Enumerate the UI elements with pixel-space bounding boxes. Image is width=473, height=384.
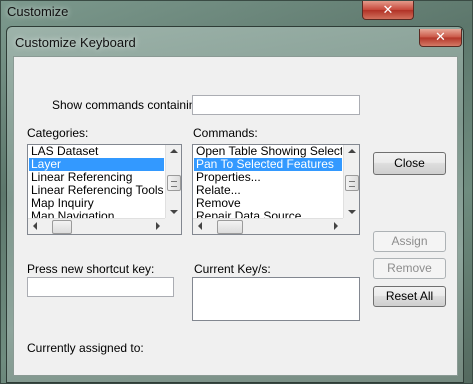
- scroll-corner: [165, 218, 181, 234]
- arrow-left-icon[interactable]: [33, 222, 37, 230]
- categories-hscroll[interactable]: [28, 218, 165, 234]
- dialog-close-button[interactable]: ✕: [419, 29, 462, 47]
- arrow-right-icon[interactable]: [156, 222, 160, 230]
- list-item[interactable]: Properties...: [194, 171, 342, 184]
- commands-label: Commands:: [193, 126, 258, 140]
- reset-all-button[interactable]: Reset All: [373, 286, 446, 307]
- currently-assigned-label: Currently assigned to:: [27, 341, 144, 355]
- current-keys-list[interactable]: [192, 277, 360, 321]
- window-close-button[interactable]: ✕: [362, 1, 414, 20]
- search-input[interactable]: [192, 95, 360, 115]
- arrow-up-icon[interactable]: [170, 149, 178, 153]
- assign-button[interactable]: Assign: [373, 231, 446, 252]
- commands-hscroll[interactable]: [193, 218, 343, 234]
- list-item[interactable]: Layer: [29, 158, 164, 171]
- close-icon: ✕: [382, 2, 394, 17]
- list-item[interactable]: LAS Dataset: [29, 145, 164, 158]
- arrow-left-icon[interactable]: [198, 222, 202, 230]
- list-item[interactable]: Linear Referencing: [29, 171, 164, 184]
- arrow-right-icon[interactable]: [334, 222, 338, 230]
- list-item[interactable]: Remove: [194, 197, 342, 210]
- dialog-client-area: Show commands containing: Categories: LA…: [13, 56, 458, 376]
- shortcut-label: Press new shortcut key:: [27, 262, 155, 276]
- dialog-title: Customize Keyboard: [15, 35, 136, 50]
- scroll-thumb[interactable]: [167, 175, 181, 191]
- list-item[interactable]: Map Inquiry: [29, 197, 164, 210]
- commands-vscroll[interactable]: [343, 145, 359, 218]
- scroll-thumb-horizontal[interactable]: [217, 220, 243, 234]
- customize-keyboard-dialog: Customize Keyboard ✕ Show commands conta…: [6, 26, 464, 383]
- shortcut-input[interactable]: [27, 277, 174, 297]
- scroll-thumb[interactable]: [345, 175, 359, 191]
- list-item[interactable]: Pan To Selected Features: [194, 158, 342, 171]
- close-icon: ✕: [435, 29, 446, 44]
- list-item[interactable]: Relate...: [194, 184, 342, 197]
- arrow-up-icon[interactable]: [348, 149, 356, 153]
- categories-list[interactable]: LAS Dataset Layer Linear Referencing Linear…: [27, 144, 182, 235]
- search-label: Show commands containing:: [52, 98, 206, 112]
- window-title: Customize: [7, 4, 69, 19]
- categories-label: Categories:: [27, 126, 89, 140]
- scroll-thumb-horizontal[interactable]: [52, 220, 72, 234]
- current-keys-label: Current Key/s:: [194, 262, 271, 276]
- close-button[interactable]: Close: [373, 152, 446, 175]
- remove-button[interactable]: Remove: [373, 258, 446, 279]
- customize-window: Customize ✕ Customize Keyboard ✕ Show co…: [0, 0, 473, 384]
- arrow-down-icon[interactable]: [170, 210, 178, 214]
- scroll-corner: [343, 218, 359, 234]
- list-item[interactable]: Linear Referencing Tools: [29, 184, 164, 197]
- commands-list[interactable]: Open Table Showing Selected Pan To Select…: [192, 144, 360, 235]
- arrow-down-icon[interactable]: [348, 210, 356, 214]
- categories-vscroll[interactable]: [165, 145, 181, 218]
- list-item[interactable]: Open Table Showing Selected: [194, 145, 342, 158]
